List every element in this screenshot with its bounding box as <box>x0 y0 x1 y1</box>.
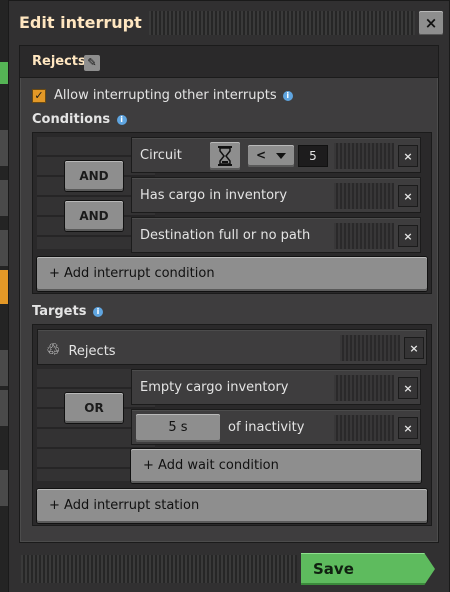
add-wait-condition-button[interactable]: + Add wait condition <box>131 449 421 483</box>
allow-interrupting-label-wrap: Allow interrupting other interrupts i <box>54 88 293 103</box>
remove-wait-condition-button[interactable]: × <box>398 377 418 399</box>
drag-handle[interactable] <box>334 375 394 401</box>
remove-condition-button[interactable]: × <box>398 225 418 247</box>
allow-interrupting-option[interactable]: ✓ Allow interrupting other interrupts i <box>32 88 293 103</box>
info-icon[interactable]: i <box>92 306 103 317</box>
station-label-wrap: ♲ Rejects <box>46 340 116 359</box>
remove-station-button[interactable]: × <box>404 337 424 359</box>
add-interrupt-condition-button[interactable]: + Add interrupt condition <box>37 257 427 291</box>
pencil-icon[interactable]: ✎ <box>84 55 100 71</box>
add-wait-condition-label: + Add wait condition <box>143 458 279 473</box>
add-interrupt-station-label: + Add interrupt station <box>49 498 200 513</box>
edit-interrupt-window: Edit interrupt × Rejects ✎ ✓ Allow inter… <box>8 0 450 592</box>
background-orange-tab <box>0 270 8 304</box>
add-interrupt-station-button[interactable]: + Add interrupt station <box>37 489 427 523</box>
wait-condition-label: Empty cargo inventory <box>140 380 289 395</box>
interrupt-header: Rejects ✎ <box>20 46 438 78</box>
recycle-icon: ♲ <box>46 340 61 359</box>
wait-condition-label: of inactivity <box>228 420 305 435</box>
conditions-heading: Conditions <box>32 112 111 127</box>
window-title: Edit interrupt <box>19 13 142 32</box>
save-interrupt-button[interactable]: Save interrupt <box>301 553 435 585</box>
constant-input[interactable]: 5 <box>298 145 328 167</box>
title-bar: Edit interrupt × <box>9 1 449 45</box>
or-button[interactable]: OR <box>65 393 123 423</box>
condition-label: Destination full or no path <box>140 228 311 243</box>
info-icon[interactable]: i <box>116 114 127 125</box>
drag-handle[interactable] <box>334 415 394 441</box>
chevron-down-icon <box>276 153 286 159</box>
interrupt-panel: Rejects ✎ ✓ Allow interrupting other int… <box>19 45 439 543</box>
condition-row-circuit[interactable]: Circuit < 5 × <box>131 137 421 173</box>
allow-interrupting-checkbox[interactable]: ✓ <box>32 88 46 103</box>
hourglass-icon <box>218 146 232 166</box>
targets-heading: Targets <box>32 304 87 319</box>
condition-row-cargo[interactable]: Has cargo in inventory × <box>131 177 421 213</box>
allow-interrupting-label: Allow interrupting other interrupts <box>54 88 277 103</box>
conditions-list: AND AND Circuit < 5 × Has cargo in inven… <box>32 132 432 294</box>
remove-condition-button[interactable]: × <box>398 145 418 167</box>
remove-wait-condition-button[interactable]: × <box>398 417 418 439</box>
wait-row-empty-cargo[interactable]: Empty cargo inventory × <box>131 369 421 405</box>
station-name: Rejects <box>68 344 116 359</box>
target-station-row[interactable]: ♲ Rejects × <box>37 329 427 365</box>
comparator-dropdown[interactable]: < <box>248 145 294 167</box>
drag-handle[interactable] <box>334 143 394 169</box>
background-green-tab <box>0 62 8 84</box>
signal-selector[interactable] <box>210 142 240 170</box>
wait-row-inactivity[interactable]: 5 s of inactivity × <box>131 409 421 445</box>
and-button[interactable]: AND <box>65 201 123 231</box>
targets-heading-wrap: Targets i <box>32 304 103 319</box>
drag-handle[interactable] <box>340 335 400 361</box>
drag-handle[interactable] <box>149 11 415 35</box>
drag-handle[interactable] <box>334 223 394 249</box>
info-icon[interactable]: i <box>282 90 293 101</box>
targets-list: ♲ Rejects × OR Empty cargo inventory × 5… <box>32 324 432 526</box>
condition-row-destination[interactable]: Destination full or no path × <box>131 217 421 253</box>
conditions-heading-wrap: Conditions i <box>32 112 127 127</box>
condition-label: Circuit <box>140 148 182 163</box>
add-interrupt-condition-label: + Add interrupt condition <box>49 266 215 281</box>
comparator-value: < <box>256 148 267 162</box>
remove-condition-button[interactable]: × <box>398 185 418 207</box>
close-button[interactable]: × <box>419 11 443 35</box>
and-button[interactable]: AND <box>65 161 123 191</box>
condition-label: Has cargo in inventory <box>140 188 288 203</box>
drag-handle[interactable] <box>334 183 394 209</box>
inactivity-time-button[interactable]: 5 s <box>136 414 220 442</box>
interrupt-name: Rejects <box>32 54 86 69</box>
footer: Save interrupt <box>9 547 449 592</box>
footer-drag-handle[interactable] <box>21 555 297 583</box>
